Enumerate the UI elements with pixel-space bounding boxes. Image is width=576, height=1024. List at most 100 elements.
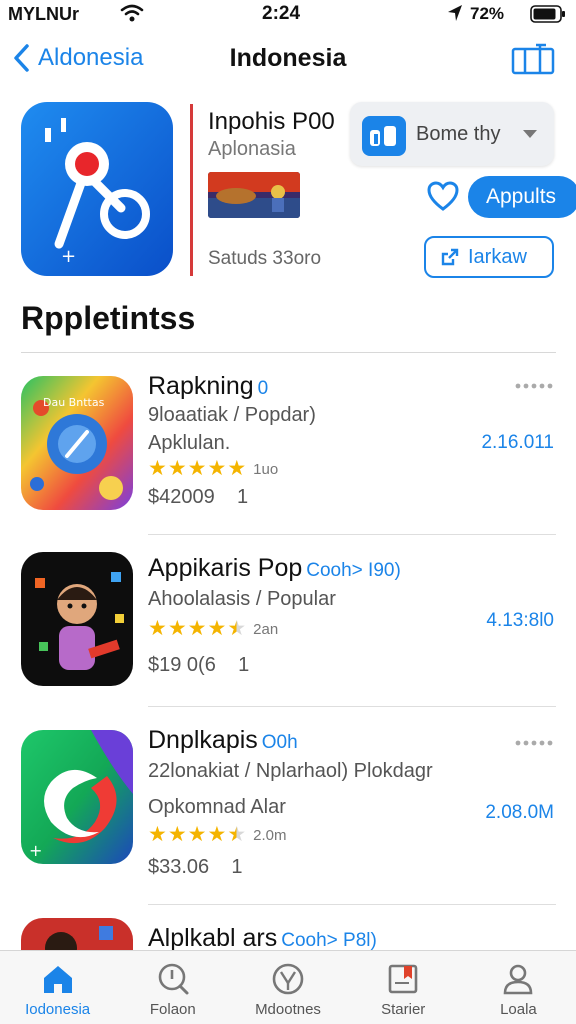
dropdown-selected-value: Bome thy: [416, 123, 501, 145]
svg-text:Dau Bnttas: Dau Bnttas: [43, 396, 105, 409]
app-category: Ahoolalasis / Popular: [148, 588, 336, 610]
list-item[interactable]: Appikaris Pop Cooh> I90) Ahoolalasis / Po…: [0, 552, 576, 702]
app-price: $33.06 1: [148, 856, 243, 879]
compass-icon: [272, 963, 304, 995]
tab-label: Iodonesia: [25, 1001, 91, 1018]
star-rating: ★ ★ ★ ★ ★ 1uo: [148, 458, 278, 480]
location-arrow-icon: [448, 5, 462, 21]
price-value: $33.06: [148, 856, 210, 878]
bookmark-icon: [388, 964, 418, 994]
featured-app-icon[interactable]: +: [21, 102, 173, 276]
external-link-icon: [441, 248, 459, 266]
page-title: Indonesia: [229, 44, 347, 72]
featured-screenshot-thumbnail[interactable]: [208, 172, 300, 218]
tab-label: Starier: [381, 1001, 426, 1018]
featured-app-subtitle: Aplonasia: [208, 138, 296, 160]
price-value: $42009: [148, 486, 215, 508]
star-rating: ★ ★ ★ ★ ★ 2.0m: [148, 824, 287, 846]
star-icon: ★: [187, 823, 207, 846]
star-icon: ★: [227, 457, 247, 480]
app-title: Dnplkapis O0h: [148, 726, 298, 755]
star-icon: ★: [148, 457, 167, 480]
star-icon: ★: [167, 617, 187, 640]
rating-count: 2an: [253, 620, 279, 638]
app-title-tag: Cooh> I90): [306, 560, 401, 581]
category-dropdown[interactable]: Bome thy: [350, 102, 554, 166]
tab-label: Loala: [500, 1001, 537, 1018]
price-suffix: 1: [231, 856, 243, 878]
star-icon: ★: [207, 617, 227, 640]
tab-saved[interactable]: Starier: [346, 951, 461, 1024]
app-price: $19 0(6 1: [148, 654, 249, 677]
app-size: 2.08.0M: [485, 802, 554, 823]
tab-home[interactable]: Iodonesia: [0, 951, 115, 1024]
tab-label: Mdootnes: [255, 1001, 321, 1018]
star-icon: ★: [167, 457, 187, 480]
status-bar: MYLNUr 2:24 72%: [0, 0, 576, 28]
app-subtitle: Opkomnad Alar: [148, 796, 286, 818]
list-divider: [148, 534, 556, 535]
list-item[interactable]: Alplkabl ars Cooh> P8l): [0, 918, 576, 950]
chevron-down-icon: [523, 130, 537, 138]
app-title-text: Dnplkapis: [148, 726, 258, 754]
search-icon: [158, 963, 189, 995]
wifi-icon: [120, 4, 144, 22]
app-icon-rainbow: Dau Bnttas: [21, 376, 133, 510]
favorite-heart-icon[interactable]: [426, 180, 460, 214]
star-icon: ★: [148, 617, 167, 640]
app-size: 4.13:8l0: [486, 610, 554, 631]
tab-discover[interactable]: Mdootnes: [230, 951, 345, 1024]
star-icon: ★: [207, 823, 227, 846]
app-title: Appikaris Pop Cooh> I90): [148, 554, 401, 583]
tab-profile[interactable]: Loala: [461, 951, 576, 1024]
get-app-button[interactable]: Appults: [468, 176, 576, 218]
star-icon: ★: [187, 617, 207, 640]
app-price: $42009 1: [148, 486, 248, 509]
tab-bar: Iodonesia Folaon Mdootnes Starier Loala: [0, 950, 576, 1024]
home-icon: [43, 966, 72, 993]
price-value: $19 0(6: [148, 654, 216, 676]
star-icon: ★: [227, 823, 247, 846]
price-suffix: 1: [236, 486, 249, 508]
rating-count: 2.0m: [253, 826, 287, 844]
featured-rating-text: Satuds 33oro: [208, 248, 322, 269]
app-icon-kid: [21, 552, 133, 686]
app-icon-partial: [21, 918, 133, 950]
share-grid-icon[interactable]: [510, 42, 556, 76]
star-icon: ★: [167, 823, 187, 846]
app-title-tag: Cooh> P8l): [281, 930, 377, 950]
app-title: Rapkning 0: [148, 372, 268, 401]
tab-label: Folaon: [149, 1001, 196, 1018]
open-button-label: Iarkaw: [468, 246, 527, 268]
app-title-tag: O0h: [261, 732, 298, 753]
more-dots-icon[interactable]: [514, 381, 554, 391]
app-title-text: Appikaris Pop: [148, 554, 303, 582]
svg-text:+: +: [29, 841, 42, 860]
list-divider: [148, 706, 556, 707]
more-dots-icon[interactable]: [514, 738, 554, 748]
featured-app-name: Inpohis P00: [208, 108, 335, 135]
hero-divider: [190, 104, 193, 276]
tab-search[interactable]: Folaon: [115, 951, 230, 1024]
list-item[interactable]: + Dnplkapis O0h 22lonakiat / Nplarhaol) P…: [0, 726, 576, 880]
battery-percent: 72%: [470, 4, 505, 23]
star-icon: ★: [207, 457, 227, 480]
carrier-label: MYLNUr: [8, 4, 79, 24]
app-size: 2.16.011: [481, 432, 554, 453]
app-title: Alplkabl ars Cooh> P8l): [148, 924, 377, 950]
list-item[interactable]: Dau Bnttas Rapkning 0 9loaatiak / Popdar)…: [0, 372, 576, 526]
star-icon: ★: [148, 823, 167, 846]
star-rating: ★ ★ ★ ★ ★ 2an: [148, 618, 278, 640]
price-suffix: 1: [238, 654, 250, 676]
section-divider: [21, 352, 556, 353]
star-icon: ★: [227, 617, 247, 640]
list-divider: [148, 904, 556, 905]
profile-icon: [504, 964, 533, 995]
app-title-text: Alplkabl ars: [148, 924, 278, 950]
app-title-tag: 0: [257, 378, 269, 399]
star-icon: ★: [187, 457, 207, 480]
clock: 2:24: [262, 3, 301, 24]
rating-count: 1uo: [253, 460, 279, 478]
battery-icon: [530, 5, 565, 23]
open-button[interactable]: Iarkaw: [424, 236, 554, 278]
